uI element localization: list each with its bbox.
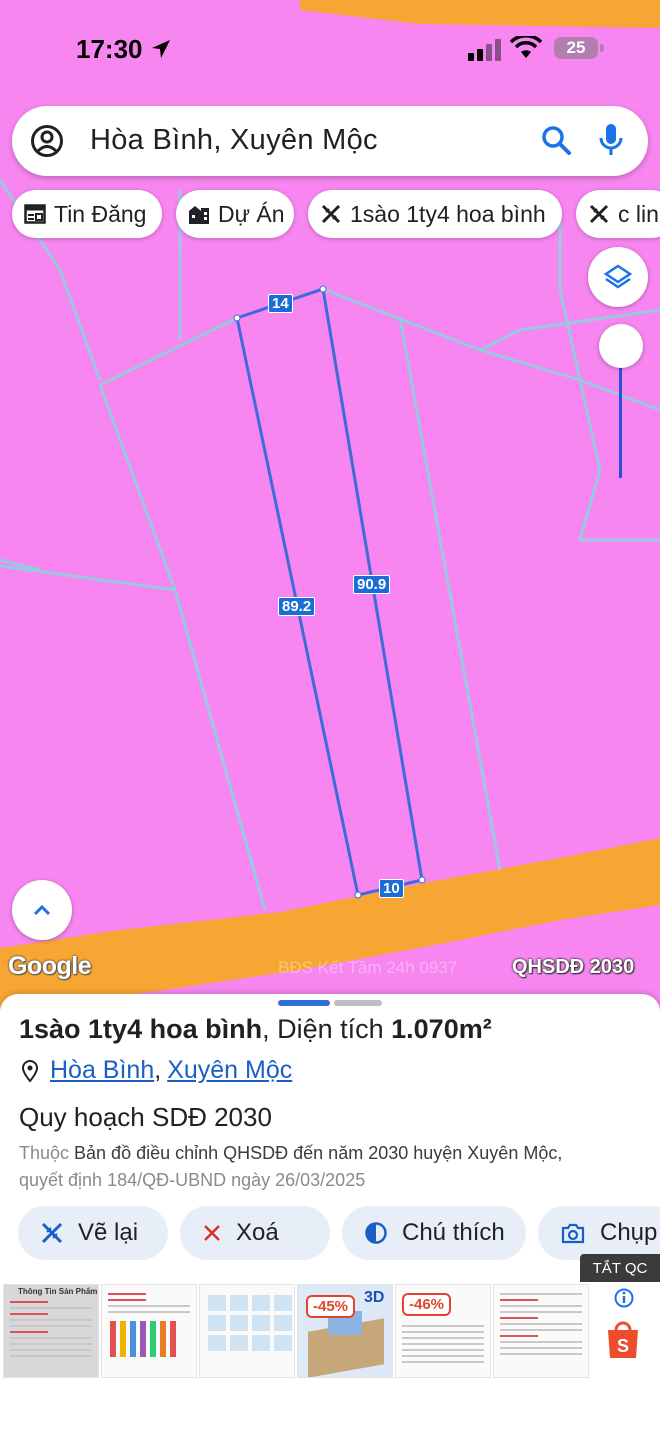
location-pin-icon [21,1059,39,1083]
road-bottom [0,838,660,1010]
ad-thumbnail-caption: Thông Tin Sản Phẩm [18,1287,98,1296]
battery-tip [600,44,604,52]
cellular-signal-icon [468,39,501,61]
legend-label: Chú thích [402,1219,505,1246]
parcel-area-value: 1.070m² [391,1014,492,1044]
plan-title: Quy hoạch SDĐ 2030 [19,1102,272,1132]
ruler-pencil-icon [589,204,609,224]
plan-desc-line1: Bản đồ điều chỉnh QHSDĐ đến năm 2030 huy… [74,1143,563,1163]
plan-desc-prefix: Thuộc [19,1143,75,1163]
chip-more[interactable]: c lin [576,190,660,238]
ad-thumbnail-2[interactable] [101,1284,197,1378]
location-arrow-icon [152,40,170,58]
google-logo: Google [8,952,92,980]
legend-icon [365,1222,387,1244]
badge-3d: 3D [364,1289,385,1306]
plan-desc-line2: quyết định 184/QĐ-UBND ngày 26/03/2025 [19,1170,366,1190]
layers-button[interactable] [588,247,648,307]
parcel-area-label: , Diện tích [262,1014,392,1044]
ruler-pencil-icon [321,204,341,224]
capture-label: Chụp [600,1219,658,1246]
ad-thumbnail-5[interactable]: -46% [395,1284,491,1378]
opacity-slider-handle[interactable] [599,324,643,368]
map-canvas[interactable]: 14 89.2 90.9 10 17:30 25 Hòa Bình, Xuyên… [0,0,660,1010]
map-watermark: BĐS Kết Tầm 24h 0937 [278,958,458,977]
sheet-handle-active[interactable] [278,1000,330,1006]
status-time: 17:30 [76,34,143,64]
hide-ads-button[interactable]: TẮT QC [580,1254,660,1282]
chip-label: c lin [618,200,659,227]
chip-label: Dự Án [218,200,285,227]
plan-description: Thuộc Bản đồ điều chỉnh QHSDĐ đến năm 20… [19,1140,659,1194]
redraw-label: Vẽ lại [78,1219,139,1246]
measure-right-label: 90.9 [353,575,391,594]
location-row: Hòa Bình , Xuyên Mộc [20,1056,292,1085]
delete-button[interactable]: Xoá [180,1206,330,1260]
chip-tin-dang[interactable]: Tin Đăng [12,190,162,238]
info-icon[interactable] [614,1288,634,1308]
chip-du-an[interactable]: Dự Án [176,190,294,238]
shopee-bag-icon[interactable]: S [604,1318,642,1360]
redraw-button[interactable]: Vẽ lại [18,1206,168,1260]
planning-layer-badge: QHSDĐ 2030 [512,956,635,978]
capture-button[interactable]: Chụp [538,1206,660,1260]
chip-label: Tin Đăng [54,200,147,227]
chevron-up-icon [33,904,51,916]
wifi-icon [510,36,542,58]
discount-badge: -45% [306,1295,356,1318]
measure-top-label: 14 [268,294,293,313]
expand-up-button[interactable] [12,880,72,940]
search-icon[interactable] [540,124,572,156]
discount-badge: -46% [402,1293,452,1316]
parcel-name: 1sào 1ty4 hoa bình [19,1014,263,1044]
legend-button[interactable]: Chú thích [342,1206,526,1260]
location-separator: , [154,1056,162,1084]
opacity-slider-track[interactable] [619,366,622,478]
search-bar[interactable]: Hòa Bình, Xuyên Mộc [12,106,648,176]
road-top [300,0,660,28]
ad-thumbnail-6[interactable] [493,1284,589,1378]
redraw-icon [41,1222,63,1244]
camera-icon [561,1223,585,1244]
measure-left-label: 89.2 [278,597,316,616]
chip-label: 1sào 1ty4 hoa bình [350,200,546,227]
sheet-handle-inactive[interactable] [334,1000,382,1006]
ad-banner[interactable]: Thông Tin Sản Phẩm -45% 3D -46% S [0,1282,660,1382]
layers-icon [603,264,633,289]
delete-label: Xoá [236,1219,279,1246]
status-bar: 17:30 25 [0,30,660,70]
parcel-title: 1sào 1ty4 hoa bình, Diện tích 1.070m² [19,1014,492,1045]
commune-link[interactable]: Hòa Bình [50,1056,154,1085]
svg-text:S: S [617,1336,629,1356]
chip-saved-drawing[interactable]: 1sào 1ty4 hoa bình [308,190,562,238]
account-icon[interactable] [30,124,64,158]
ad-thumbnail-3[interactable] [199,1284,295,1378]
building-icon [189,206,209,224]
search-input[interactable]: Hòa Bình, Xuyên Mộc [90,124,378,157]
battery-indicator: 25 [554,37,598,59]
mic-icon[interactable] [598,122,624,158]
ad-thumbnail-4[interactable]: -45% 3D [297,1284,393,1378]
ad-thumbnail-1[interactable]: Thông Tin Sản Phẩm [3,1284,99,1378]
newspaper-icon [24,204,46,224]
district-link[interactable]: Xuyên Mộc [167,1056,292,1085]
measure-bottom-label: 10 [379,879,404,898]
bottom-sheet[interactable]: 1sào 1ty4 hoa bình, Diện tích 1.070m² Hò… [0,994,660,1434]
close-icon [204,1225,220,1241]
